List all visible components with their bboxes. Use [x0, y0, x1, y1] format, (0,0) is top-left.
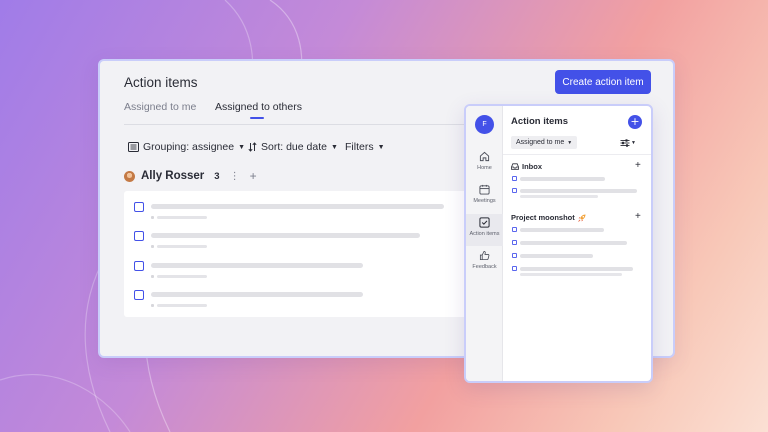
add-to-inbox-icon[interactable]: +: [635, 160, 641, 171]
user-avatar[interactable]: F: [475, 115, 494, 134]
filters-label: Filters: [345, 141, 374, 153]
filter-settings-button[interactable]: ▼: [620, 136, 642, 149]
list-item[interactable]: [512, 227, 642, 237]
task-title-placeholder: [520, 254, 593, 258]
add-action-item-button[interactable]: +: [628, 115, 642, 129]
task-title-placeholder: [151, 204, 444, 209]
assigned-filter-label: Assigned to me: [516, 139, 565, 146]
task-title-placeholder: [520, 189, 637, 193]
sidebar-item-home[interactable]: Home: [466, 148, 503, 180]
task-checkbox[interactable]: [134, 231, 144, 241]
page-title: Action items: [124, 75, 198, 90]
list-item[interactable]: [512, 253, 642, 263]
home-icon: [479, 151, 490, 162]
caret-down-icon: ▼: [238, 143, 245, 151]
avatar: [124, 170, 135, 182]
list-item[interactable]: [134, 231, 464, 251]
task-checkbox[interactable]: [512, 188, 517, 193]
checkbox-icon: [479, 217, 490, 228]
task-title-placeholder: [151, 292, 363, 297]
task-title-placeholder: [520, 177, 605, 181]
task-title-placeholder: [520, 228, 604, 232]
sidebar-item-label: Home: [477, 165, 492, 171]
task-checkbox[interactable]: [134, 261, 144, 271]
tab-assigned-to-me[interactable]: Assigned to me: [124, 101, 196, 113]
action-items-side-panel: F Home Meetings Action items Feedback Ac…: [464, 104, 653, 383]
sidebar-item-label: Meetings: [473, 198, 496, 204]
task-meta-placeholder: [520, 195, 598, 198]
assigned-filter-dropdown[interactable]: Assigned to me ▼: [511, 136, 578, 149]
section-project-moonshot[interactable]: Project moonshot: [511, 213, 586, 222]
caret-down-icon: ▼: [377, 143, 385, 151]
thumbs-up-icon: [479, 250, 490, 261]
task-meta-placeholder: [157, 245, 207, 248]
rocket-icon: [577, 214, 586, 222]
caret-down-icon: ▼: [330, 143, 338, 151]
task-title-placeholder: [520, 241, 627, 245]
filters-dropdown[interactable]: Filters ▼: [345, 141, 385, 153]
task-title-placeholder: [151, 263, 363, 268]
sidebar-item-label: Action items: [469, 231, 500, 237]
caret-down-icon: ▼: [631, 139, 636, 146]
panel-title: Action items: [511, 116, 569, 127]
section-label: Project moonshot: [511, 213, 575, 222]
create-action-item-button[interactable]: Create action item: [555, 70, 651, 94]
grouping-label: Grouping: assignee: [143, 141, 235, 153]
task-checkbox[interactable]: [134, 290, 144, 300]
task-checkbox[interactable]: [134, 202, 144, 212]
inbox-icon: [511, 163, 519, 170]
task-title-placeholder: [151, 233, 420, 238]
sliders-icon: [620, 138, 630, 147]
sort-icon: [248, 142, 257, 152]
list-item[interactable]: [512, 176, 642, 186]
task-checkbox[interactable]: [512, 240, 517, 245]
task-meta-icon: [151, 304, 154, 307]
task-meta-placeholder: [157, 304, 207, 307]
add-to-project-icon[interactable]: +: [635, 211, 641, 222]
list-item[interactable]: [512, 240, 642, 250]
task-checkbox[interactable]: [512, 253, 517, 258]
calendar-icon: [479, 184, 490, 195]
assignee-name: Ally Rosser: [141, 170, 205, 182]
list-item[interactable]: [134, 202, 464, 222]
task-meta-icon: [151, 216, 154, 219]
sort-dropdown[interactable]: Sort: due date ▼: [248, 141, 338, 153]
list-item[interactable]: [134, 261, 464, 281]
sidebar-item-label: Feedback: [472, 264, 497, 270]
list-item[interactable]: [512, 188, 642, 198]
task-checkbox[interactable]: [512, 266, 517, 271]
active-tab-indicator: [250, 117, 264, 119]
more-options-icon[interactable]: ⋮: [230, 171, 240, 182]
task-meta-icon: [151, 275, 154, 278]
sidebar-item-feedback[interactable]: Feedback: [466, 247, 503, 279]
task-meta-placeholder: [157, 216, 207, 219]
section-label: Inbox: [522, 162, 542, 171]
task-meta-placeholder: [157, 275, 207, 278]
assignee-group-header: Ally Rosser 3 ⋮ +: [124, 169, 257, 183]
sidebar-item-meetings[interactable]: Meetings: [466, 181, 503, 213]
task-checkbox[interactable]: [512, 227, 517, 232]
panel-divider: [503, 154, 651, 155]
sidebar-item-action-items[interactable]: Action items: [466, 214, 503, 246]
section-inbox[interactable]: Inbox: [511, 162, 542, 171]
sidebar-nav: F Home Meetings Action items Feedback: [466, 106, 503, 381]
list-icon: [128, 142, 139, 152]
sort-label: Sort: due date: [261, 141, 327, 153]
caret-down-icon: ▼: [567, 139, 573, 146]
assignee-item-count: 3: [214, 170, 220, 182]
task-title-placeholder: [520, 267, 633, 271]
task-meta-placeholder: [520, 273, 622, 276]
grouping-dropdown[interactable]: Grouping: assignee ▼: [128, 141, 245, 153]
task-meta-icon: [151, 245, 154, 248]
action-items-list: [124, 191, 469, 317]
tabs-divider: [124, 124, 469, 125]
list-item[interactable]: [512, 266, 642, 276]
add-icon[interactable]: +: [250, 169, 257, 183]
list-item[interactable]: [134, 290, 464, 310]
tab-assigned-to-others[interactable]: Assigned to others: [215, 101, 302, 113]
task-checkbox[interactable]: [512, 176, 517, 181]
